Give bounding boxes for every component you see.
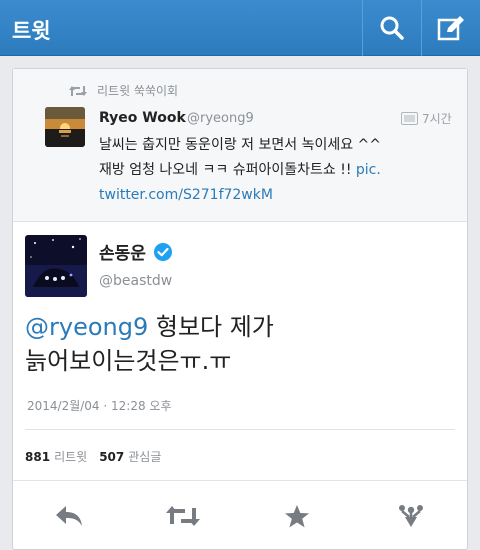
quoted-author-name[interactable]: Ryeo Wook (99, 110, 186, 126)
quoted-text-line2-body: 재방 엄청 나오네 ㅋㅋ 슈퍼아이돌차트쇼 !! (99, 162, 356, 178)
author-name[interactable]: 손동운 (99, 239, 173, 264)
tweet-actions (13, 481, 467, 550)
retweet-count-value: 881 (25, 450, 51, 464)
reply-button[interactable] (49, 501, 89, 531)
more-options-button[interactable] (391, 501, 431, 531)
avatar[interactable] (45, 107, 85, 147)
photo-icon (401, 112, 418, 125)
divider (25, 429, 455, 430)
reply-icon (56, 506, 82, 526)
tweet-text: @ryeong9 형보다 제가 늙어보이는것은ㅠ.ㅠ (25, 310, 455, 378)
tweet-text-line1-body: 형보다 제가 (148, 313, 274, 341)
page-title: 트윗 (12, 19, 51, 43)
author-name-text: 손동운 (99, 244, 146, 264)
quoted-author-handle[interactable]: @ryeong9 (187, 111, 254, 126)
top-bar: 트윗 (0, 0, 480, 56)
sunset-avatar-image (45, 107, 85, 147)
night-sky-avatar-image (25, 235, 87, 297)
retweet-context-label: 리트윗 쑥쑥이회 (97, 84, 179, 98)
retweet-button[interactable] (163, 501, 203, 531)
favorite-button[interactable] (277, 501, 317, 531)
mention-link[interactable]: @ryeong9 (25, 313, 148, 341)
retweet-icon (166, 506, 200, 526)
quoted-tweet[interactable]: 리트윗 쑥쑥이회 Ryeo Wook @ryeong9 7시간 날씨는 춥지만 (13, 69, 467, 222)
compose-button[interactable] (421, 0, 479, 56)
tweet-text-line1: @ryeong9 형보다 제가 (25, 310, 455, 344)
search-icon (380, 16, 404, 40)
quoted-time-text: 7시간 (422, 112, 452, 126)
quoted-tweet-time: 7시간 (401, 110, 452, 127)
quoted-text-line1: 날씨는 춥지만 동운이랑 저 보면서 녹이세요 ^^ (99, 137, 382, 153)
quoted-link-continued[interactable]: twitter.com/S271f72wkM (99, 183, 455, 208)
quoted-text-line2: 재방 엄청 나오네 ㅋㅋ 슈퍼아이돌차트쇼 !! pic. (99, 158, 455, 183)
retweet-context: 리트윗 쑥쑥이회 (69, 82, 178, 99)
retweet-count-label: 리트윗 (54, 450, 88, 464)
verified-badge-icon (153, 242, 172, 261)
tweet-timestamp: 2014/2월/04 · 12:28 오후 (27, 399, 172, 413)
tweet-text-line2: 늙어보이는것은ㅠ.ㅠ (25, 347, 232, 375)
author-handle[interactable]: @beastdw (99, 273, 172, 289)
tweet-card: 리트윗 쑥쑥이회 Ryeo Wook @ryeong9 7시간 날씨는 춥지만 (12, 68, 468, 550)
star-icon (285, 504, 309, 527)
quoted-tweet-text: 날씨는 춥지만 동운이랑 저 보면서 녹이세요 ^^ 재방 엄청 나오네 ㅋㅋ … (99, 133, 455, 208)
favorite-count-value: 507 (99, 450, 125, 464)
compose-icon (437, 16, 464, 41)
quoted-link[interactable]: pic. (356, 162, 381, 178)
tweet-stats: 881 리트윗 507 관심글 (25, 448, 173, 465)
retweet-count[interactable]: 881 리트윗 (25, 448, 87, 465)
avatar[interactable] (25, 235, 87, 297)
share-icon (399, 505, 423, 527)
favorite-count[interactable]: 507 관심글 (99, 448, 161, 465)
favorite-count-label: 관심글 (128, 450, 162, 464)
search-button[interactable] (362, 0, 420, 56)
retweet-icon (69, 85, 87, 96)
